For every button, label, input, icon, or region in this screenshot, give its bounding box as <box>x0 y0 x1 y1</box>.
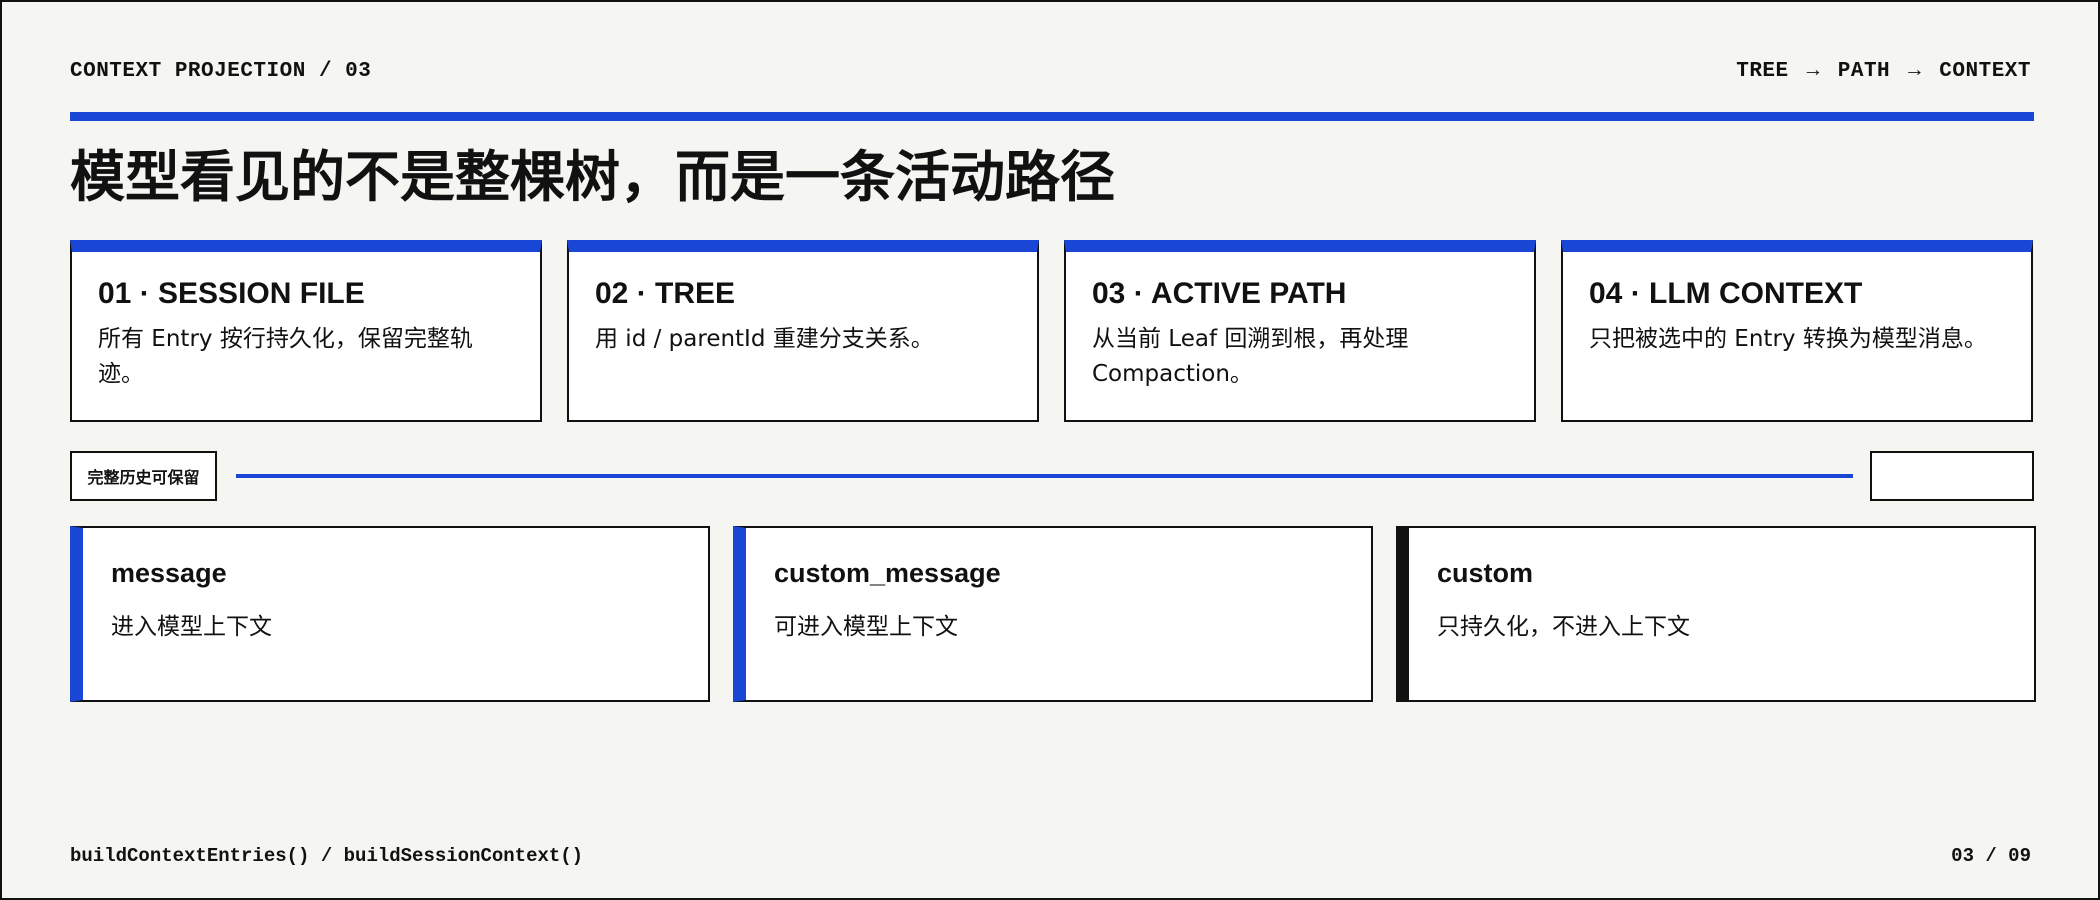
header-rule <box>70 112 2034 121</box>
step-title: 01 · SESSION FILE <box>98 277 365 310</box>
entry-type-name: message <box>111 558 227 588</box>
entry-type-cards: message 进入模型上下文 custom_message 可进入模型上下文 … <box>70 526 2036 702</box>
step-description: 用 id / parentId 重建分支关系。 <box>595 326 934 352</box>
entry-type-card-custom: custom 只持久化，不进入上下文 <box>1396 526 2036 702</box>
full-history-tag: 完整历史可保留 <box>70 451 217 501</box>
entry-type-description: 只持久化，不进入上下文 <box>1437 614 1690 640</box>
entry-type-name: custom <box>1437 558 1534 588</box>
timeline-line <box>236 474 1853 478</box>
step-title: 04 · LLM CONTEXT <box>1589 277 1863 310</box>
step-card-session-file: 01 · SESSION FILE 所有 Entry 按行持久化，保留完整轨迹。 <box>70 240 542 422</box>
step-card-active-path: 03 · ACTIVE PATH 从当前 Leaf 回溯到根，再处理 Compa… <box>1064 240 1536 422</box>
arrow-right-icon: → <box>1908 60 1922 83</box>
step-card-llm-context: 04 · LLM CONTEXT 只把被选中的 Entry 转换为模型消息。 <box>1561 240 2033 422</box>
footer-functions: buildContextEntries() / buildSessionCont… <box>70 845 584 867</box>
step-title: 02 · TREE <box>595 277 736 310</box>
flow-step-tree: TREE <box>1736 60 1789 83</box>
entry-type-name: custom_message <box>774 558 1001 588</box>
step-card-tree: 02 · TREE 用 id / parentId 重建分支关系。 <box>567 240 1039 422</box>
flow-step-context: CONTEXT <box>1939 60 2031 83</box>
entry-type-card-custom-message: custom_message 可进入模型上下文 <box>733 526 1373 702</box>
entry-type-description: 进入模型上下文 <box>111 614 272 640</box>
step-description: 所有 Entry 按行持久化，保留完整轨迹。 <box>98 326 473 387</box>
step-description: 从当前 Leaf 回溯到根，再处理 Compaction。 <box>1092 326 1409 387</box>
timeline-end-tag <box>1870 451 2034 501</box>
entry-type-description: 可进入模型上下文 <box>774 614 958 640</box>
pipeline-steps: 01 · SESSION FILE 所有 Entry 按行持久化，保留完整轨迹。… <box>70 240 2033 422</box>
flow-breadcrumb: TREE → PATH → CONTEXT <box>1736 60 2031 83</box>
section-label: CONTEXT PROJECTION / 03 <box>70 60 372 83</box>
page-number: 03 / 09 <box>1951 845 2031 867</box>
step-title: 03 · ACTIVE PATH <box>1092 277 1347 310</box>
page-title: 模型看见的不是整棵树，而是一条活动路径 <box>70 145 1116 209</box>
flow-step-path: PATH <box>1837 60 1891 83</box>
arrow-right-icon: → <box>1806 60 1820 83</box>
step-description: 只把被选中的 Entry 转换为模型消息。 <box>1589 326 1987 352</box>
entry-type-card-message: message 进入模型上下文 <box>70 526 710 702</box>
slide-frame: CONTEXT PROJECTION / 03 TREE → PATH → CO… <box>0 0 2100 900</box>
